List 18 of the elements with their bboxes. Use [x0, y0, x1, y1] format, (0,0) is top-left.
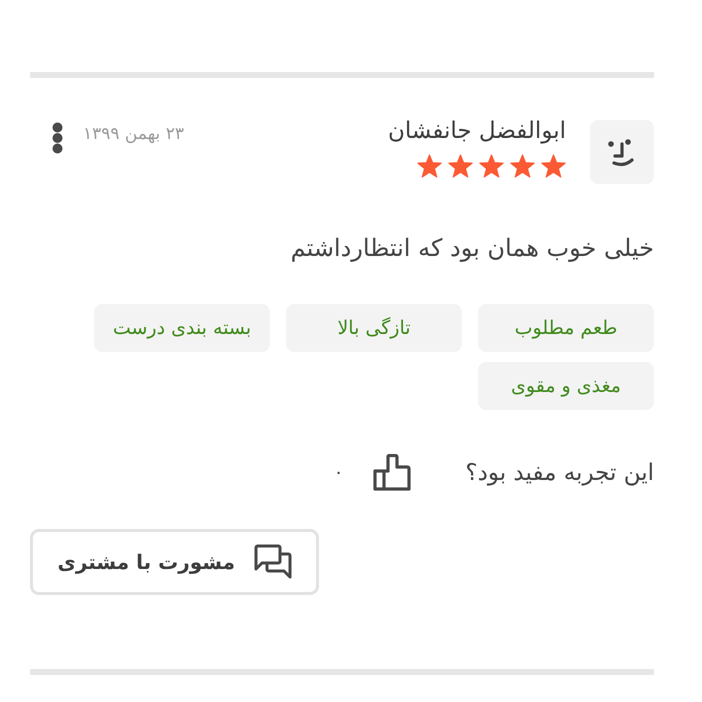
review-text: خیلی خوب همان بود که انتظارداشتم — [290, 233, 654, 264]
tag-chip: بسته بندی درست — [94, 304, 270, 352]
star-icon — [417, 154, 442, 178]
tag-chip: طعم مطلوب — [478, 304, 654, 352]
star-icon — [510, 154, 535, 178]
chat-bubbles-icon — [253, 544, 293, 580]
review-date: ۲۳ بهمن ۱۳۹۹ — [83, 123, 184, 146]
star-icon — [541, 154, 566, 178]
more-options-icon[interactable] — [52, 122, 63, 154]
star-icon — [448, 154, 473, 178]
helpful-count: ۰ — [334, 462, 344, 483]
tag-chip: تازگی بالا — [286, 304, 462, 352]
star-icon — [479, 154, 504, 178]
tag-chip: مغذی و مقوی — [478, 362, 654, 410]
helpful-question: این تجربه مفید بود؟ — [465, 458, 654, 488]
reviewer-name: ابوالفضل جانفشان — [388, 117, 566, 146]
consult-button[interactable]: مشورت با مشتری — [30, 529, 319, 595]
thumbs-up-icon[interactable] — [373, 454, 412, 491]
